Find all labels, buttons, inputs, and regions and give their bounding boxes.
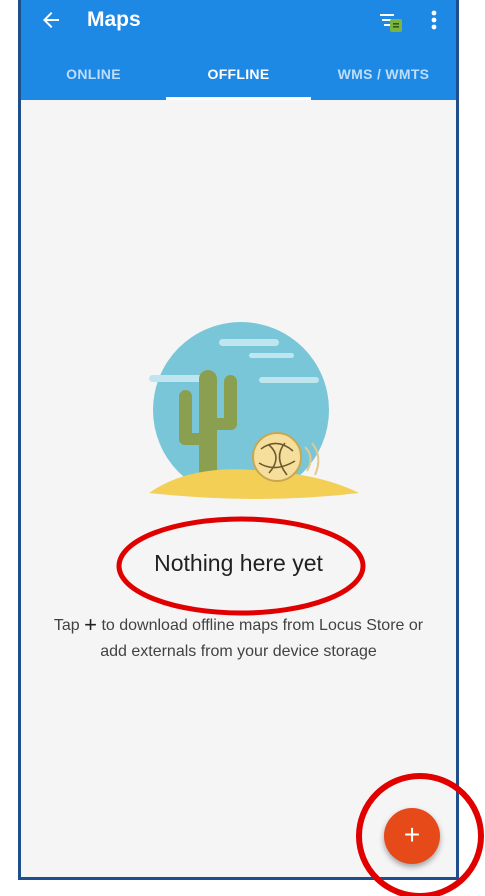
plus-icon: +	[403, 819, 421, 850]
empty-state-title: Nothing here yet	[154, 550, 323, 576]
filter-list-button[interactable]	[378, 8, 404, 34]
desert-cactus-illustration	[149, 322, 359, 499]
arrow-left-icon	[43, 12, 59, 28]
add-map-fab[interactable]: +	[384, 808, 440, 864]
desc-line-2: add externals from your device storage	[100, 643, 377, 660]
tab-online[interactable]: ONLINE	[21, 52, 166, 100]
app-screen: Maps ONLINE OFFLINE WMS / WMTS Nothing h…	[18, 0, 459, 880]
more-vert-icon	[431, 10, 437, 30]
overflow-menu-button[interactable]	[424, 6, 444, 34]
cloud-shape	[219, 339, 279, 346]
desc-prefix: Tap	[53, 617, 85, 634]
app-bar: Maps ONLINE OFFLINE WMS / WMTS	[21, 0, 456, 100]
tab-bar: ONLINE OFFLINE WMS / WMTS	[21, 52, 456, 100]
empty-state-description: Tap + to download offline maps from Locu…	[21, 612, 456, 665]
desc-line-1: to download offline maps from Locus Stor…	[97, 617, 424, 634]
back-button[interactable]	[39, 6, 67, 34]
inline-plus-icon: +	[84, 612, 97, 637]
page-title: Maps	[87, 8, 141, 31]
tab-wms-wmts[interactable]: WMS / WMTS	[311, 52, 456, 100]
filter-list-icon	[380, 14, 402, 32]
tab-offline[interactable]: OFFLINE	[166, 52, 311, 100]
